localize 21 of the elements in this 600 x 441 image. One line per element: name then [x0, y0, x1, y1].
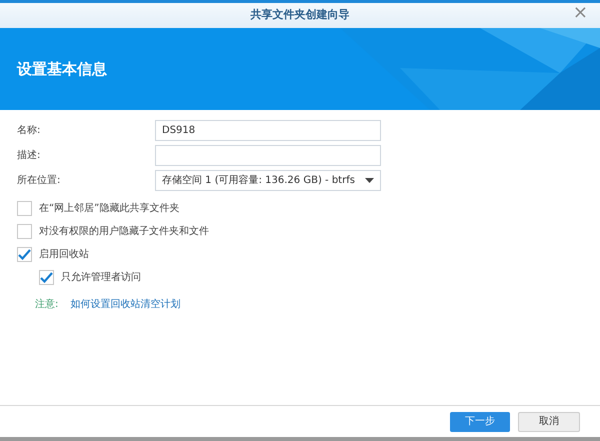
checkbox[interactable]: [39, 270, 54, 285]
input-field[interactable]: DS918: [155, 120, 381, 141]
next-button[interactable]: 下一步: [450, 412, 510, 432]
field-label: 名称:: [17, 124, 42, 138]
cancel-button[interactable]: 取消: [518, 412, 580, 432]
input-field[interactable]: [155, 145, 381, 166]
header-title: 设置基本信息: [17, 58, 107, 80]
field-label: 所在位置:: [17, 174, 62, 188]
checkbox-label: 对没有权限的用户隐藏子文件夹和文件: [39, 224, 209, 239]
checkbox[interactable]: [17, 201, 32, 216]
help-link[interactable]: 如何设置回收站清空计划: [70, 297, 180, 312]
checkbox[interactable]: [17, 247, 32, 262]
window-title: 共享文件夹创建向导: [250, 7, 350, 24]
checkbox-label: 只允许管理者访问: [61, 270, 141, 285]
location-dropdown[interactable]: 存储空间 1 (可用容量: 136.26 GB) - btrfs: [155, 170, 381, 191]
field-label: 描述:: [17, 148, 42, 163]
checkbox-label: 在“网上邻居”隐藏此共享文件夹: [39, 202, 180, 216]
caret-icon: [365, 178, 374, 183]
checkbox[interactable]: [17, 224, 32, 239]
note-label: 注意:: [35, 298, 58, 312]
checkbox-label: 启用回收站: [39, 248, 89, 262]
